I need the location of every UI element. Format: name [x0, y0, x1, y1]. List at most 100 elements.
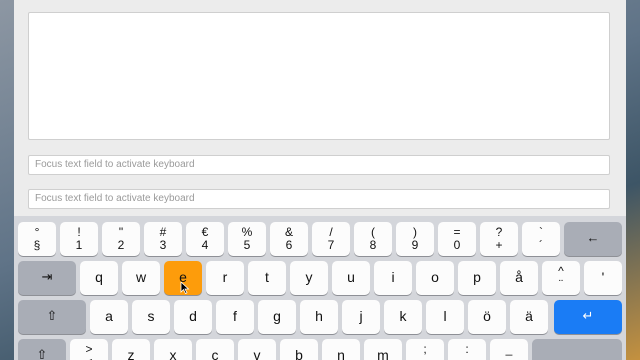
key-label: f: [233, 308, 237, 324]
key-label: d: [189, 308, 197, 324]
key-lower-label: 1: [75, 238, 83, 252]
key-lower-label: +: [495, 238, 503, 252]
key-v[interactable]: v: [238, 339, 276, 360]
key-num-3[interactable]: #3: [144, 222, 182, 256]
shift-key[interactable]: ⇧: [18, 339, 66, 360]
key-lower-label: 4: [201, 238, 209, 252]
key-num-5[interactable]: % 5: [228, 222, 266, 256]
key-k[interactable]: k: [384, 300, 422, 334]
key-ä[interactable]: ä: [510, 300, 548, 334]
key-p[interactable]: p: [458, 261, 496, 295]
key-z[interactable]: z: [112, 339, 150, 360]
key-label: v: [253, 347, 261, 360]
key-lower-label: 0: [453, 238, 461, 252]
key-label: y: [305, 269, 313, 285]
key-num-9[interactable]: ) 9: [396, 222, 434, 256]
key-punct-0[interactable]: ;,: [406, 339, 444, 360]
key-label: l: [443, 308, 447, 324]
backspace-key[interactable]: ←: [564, 222, 622, 256]
key-label: c: [211, 347, 219, 360]
key-c[interactable]: c: [196, 339, 234, 360]
key-lower-label: <: [70, 356, 108, 360]
key-num-12[interactable]: ` ´: [522, 222, 560, 256]
key-ö[interactable]: ö: [468, 300, 506, 334]
key-h[interactable]: h: [300, 300, 338, 334]
key-lower-label: 9: [411, 238, 419, 252]
key-lower-label: 5: [243, 238, 251, 252]
key-m[interactable]: m: [364, 339, 402, 360]
key-label: ⇧: [46, 308, 58, 323]
tab-key[interactable]: ⇥: [18, 261, 76, 295]
key-label: b: [295, 347, 303, 360]
key-n[interactable]: n: [322, 339, 360, 360]
key-lower-label: 7: [327, 238, 335, 252]
key-y[interactable]: y: [290, 261, 328, 295]
key-label: t: [265, 269, 269, 285]
key-lower-label: 3: [159, 238, 167, 252]
key-d[interactable]: d: [174, 300, 212, 334]
key-angle[interactable]: ><: [70, 339, 108, 360]
key-label: p: [473, 269, 481, 285]
key-label: ö: [483, 308, 491, 324]
key-num-0[interactable]: ° §: [18, 222, 56, 256]
key-g[interactable]: g: [258, 300, 296, 334]
key-num-1[interactable]: ! 1: [60, 222, 98, 256]
key-u[interactable]: u: [332, 261, 370, 295]
key-f[interactable]: f: [216, 300, 254, 334]
key-label: w: [135, 269, 147, 285]
key-punct-2[interactable]: _-: [490, 339, 528, 360]
key-label: å: [515, 269, 523, 285]
key-r[interactable]: r: [206, 261, 244, 295]
key-w[interactable]: w: [122, 261, 160, 295]
key-lower-label: 2: [117, 238, 125, 252]
text-field-1[interactable]: Focus text field to activate keyboard: [28, 155, 610, 175]
key-num-6[interactable]: & 6: [270, 222, 308, 256]
key-j[interactable]: j: [342, 300, 380, 334]
key-lower-label: §: [33, 238, 41, 252]
key-num-10[interactable]: = 0: [438, 222, 476, 256]
key-caret[interactable]: ^ ¨: [542, 261, 580, 295]
on-screen-keyboard: ° §! 1 " 2 #3 €4% 5 & 6/7(8) 9 = 0? + ` ´ ← ⇥ q w e r t y u i o p å…: [14, 216, 626, 360]
key-label: ': [601, 269, 605, 285]
text-field-2[interactable]: Focus text field to activate keyboard: [28, 189, 610, 209]
key-label: ä: [525, 308, 533, 324]
key-label: ⇧: [36, 347, 48, 360]
key-q[interactable]: q: [80, 261, 118, 295]
key-label: q: [95, 269, 103, 285]
key-s[interactable]: s: [132, 300, 170, 334]
key-lower-label: 6: [285, 238, 293, 252]
key-label: ↵: [582, 308, 594, 323]
key-label: m: [377, 347, 389, 360]
key-label: k: [399, 308, 407, 324]
key-lower-label: -: [490, 356, 528, 360]
shift-lock-key[interactable]: ⇧: [18, 300, 86, 334]
key-o[interactable]: o: [416, 261, 454, 295]
key-num-8[interactable]: (8: [354, 222, 392, 256]
key-punct-1[interactable]: :.: [448, 339, 486, 360]
key-a[interactable]: a: [90, 300, 128, 334]
enter-key[interactable]: ↵: [554, 300, 622, 334]
key-num-7[interactable]: /7: [312, 222, 350, 256]
key-label: g: [273, 308, 281, 324]
key-i[interactable]: i: [374, 261, 412, 295]
key-t[interactable]: t: [248, 261, 286, 295]
key-num-4[interactable]: €4: [186, 222, 224, 256]
key-label: j: [359, 308, 363, 324]
key-l[interactable]: l: [426, 300, 464, 334]
key-lower-label: ´: [539, 238, 543, 252]
key-apostrophe[interactable]: ': [584, 261, 622, 295]
key-num-11[interactable]: ? +: [480, 222, 518, 256]
key-label: a: [105, 308, 113, 324]
key-num-2[interactable]: " 2: [102, 222, 140, 256]
key-lower-label: 8: [369, 238, 377, 252]
key-label: u: [347, 269, 355, 285]
key-x[interactable]: x: [154, 339, 192, 360]
key-label: ←: [586, 230, 600, 245]
key-b[interactable]: b: [280, 339, 318, 360]
key-å[interactable]: å: [500, 261, 538, 295]
key-lower-label: ,: [406, 356, 444, 360]
text-area[interactable]: [28, 12, 610, 140]
right-shift-key[interactable]: [532, 339, 622, 360]
key-label: ⇥: [41, 269, 53, 284]
key-lower-label: ¨: [559, 277, 563, 291]
